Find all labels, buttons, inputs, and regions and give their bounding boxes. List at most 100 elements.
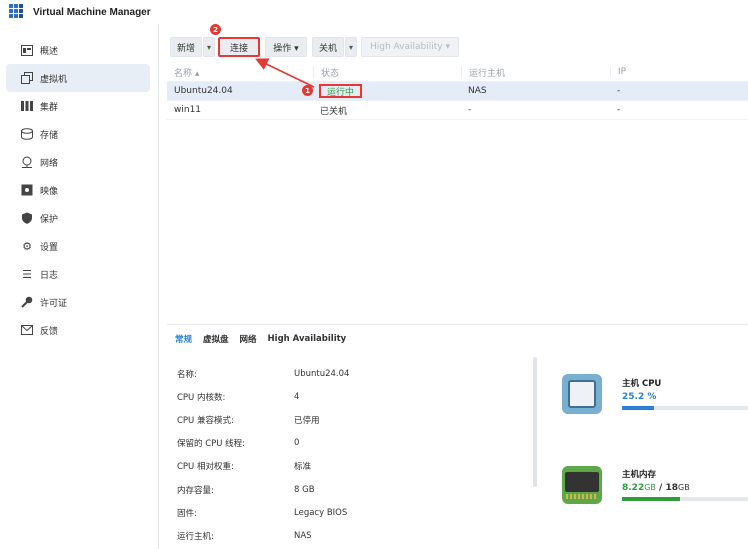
sidebar-item-license[interactable]: 许可证 — [6, 288, 150, 316]
sidebar-item-log[interactable]: ☰ 日志 — [6, 260, 150, 288]
new-button[interactable]: 新增 — [170, 37, 202, 57]
property-key: CPU 兼容模式: — [177, 415, 234, 426]
gear-icon: ⚙ — [22, 239, 32, 253]
property-row: CPU 相对权重: 标准 — [177, 455, 349, 478]
sidebar-item-label: 许可证 — [40, 298, 68, 309]
property-value: 8 GB — [294, 484, 315, 495]
sidebar-item-label: 日志 — [40, 270, 59, 281]
vm-table: 名称 ▴ 状态 运行主机 IP Ubuntu24.04 运行中 NAS - wi… — [167, 63, 748, 120]
property-row: 保留的 CPU 线程: 0 — [177, 432, 349, 455]
column-header-name[interactable]: 名称 ▴ — [167, 66, 313, 79]
panel-scrollbar[interactable] — [533, 357, 537, 487]
sidebar-item-storage[interactable]: 存储 — [6, 120, 150, 148]
overview-icon — [21, 44, 33, 56]
vm-ip: - — [617, 105, 621, 115]
host-memory-bar-fill — [622, 497, 680, 501]
sidebar-item-protection[interactable]: 保护 — [6, 204, 150, 232]
panel-divider — [167, 324, 748, 325]
sidebar-item-network[interactable]: 网络 — [6, 148, 150, 176]
vm-name: win11 — [174, 105, 202, 115]
vm-ip: - — [617, 86, 621, 96]
column-header-status[interactable]: 状态 — [313, 65, 461, 79]
column-header-host[interactable]: 运行主机 — [461, 65, 610, 79]
image-icon — [21, 184, 33, 196]
tab-network[interactable]: 网络 — [240, 333, 257, 345]
property-value: NAS — [294, 530, 312, 541]
tab-high-availability[interactable]: High Availability — [268, 334, 347, 344]
property-row: 内存容量: 8 GB — [177, 478, 349, 501]
property-value: Ubuntu24.04 — [294, 368, 350, 379]
column-header-ip[interactable]: IP — [610, 67, 748, 77]
memory-total-unit: GB — [678, 483, 690, 492]
host-memory-bar — [622, 497, 748, 501]
shutdown-dropdown-button[interactable]: ▾ — [345, 37, 357, 57]
property-key: 运行主机: — [177, 531, 214, 542]
property-row: 名称: Ubuntu24.04 — [177, 362, 349, 385]
log-list-icon: ☰ — [22, 267, 32, 281]
sidebar-item-label: 映像 — [40, 186, 59, 197]
action-button[interactable]: 操作 ▾ — [265, 37, 307, 57]
host-memory-widget — [562, 466, 602, 504]
host-memory-title: 主机内存 — [622, 470, 657, 480]
property-key: 内存容量: — [177, 485, 214, 496]
title-bar: Virtual Machine Manager — [0, 0, 748, 24]
network-icon — [21, 156, 33, 168]
property-value: 已停用 — [294, 415, 320, 426]
property-row: CPU 兼容模式: 已停用 — [177, 408, 349, 431]
sidebar-item-cluster[interactable]: 集群 — [6, 92, 150, 120]
mail-icon — [21, 324, 33, 336]
memory-used-unit: GB — [644, 483, 656, 492]
memory-module-icon — [562, 466, 602, 504]
sidebar-item-label: 存储 — [40, 130, 59, 141]
property-key: 固件: — [177, 508, 197, 519]
property-list: 名称: Ubuntu24.04 CPU 内核数: 4 CPU 兼容模式: 已停用 保留… — [177, 362, 349, 548]
host-cpu-bar — [622, 406, 748, 410]
vm-status-cell: 运行中 — [313, 84, 461, 98]
property-row: 运行主机: NAS — [177, 524, 349, 547]
sidebar-item-virtual-machine[interactable]: 虚拟机 — [6, 64, 150, 92]
app-title: Virtual Machine Manager — [33, 6, 151, 18]
chevron-down-icon: ▾ — [206, 42, 211, 52]
sidebar-item-feedback[interactable]: 反馈 — [6, 316, 150, 344]
table-row[interactable]: win11 已关机 - - — [167, 101, 748, 120]
property-value: 4 — [294, 391, 300, 402]
vm-host: - — [468, 105, 472, 115]
new-dropdown-button[interactable]: ▾ — [203, 37, 215, 57]
host-cpu-widget — [562, 374, 602, 414]
memory-total: 18 — [665, 483, 678, 493]
sidebar-item-overview[interactable]: 概述 — [6, 36, 150, 64]
toolbar: 新增 ▾ 连接 操作 ▾ 关机 ▾ High Availability ▾ — [170, 37, 459, 57]
property-row: CPU 内核数: 4 — [177, 385, 349, 408]
property-key: CPU 内核数: — [177, 392, 226, 403]
host-cpu-title: 主机 CPU — [622, 379, 662, 389]
host-cpu-value: 25.2 % — [622, 392, 657, 402]
host-cpu-bar-fill — [622, 406, 654, 410]
sidebar: 概述 虚拟机 集群 存储 网络 映像 保护 ⚙ 设置 ☰ 日志 许可证 反馈 — [0, 36, 152, 344]
annotation-badge-1: 1 — [302, 85, 313, 96]
vm-status: 已关机 — [320, 106, 348, 117]
sidebar-item-label: 网络 — [40, 158, 59, 169]
vm-name: Ubuntu24.04 — [174, 86, 233, 96]
cluster-icon — [21, 100, 33, 112]
sidebar-item-settings[interactable]: ⚙ 设置 — [6, 232, 150, 260]
tab-virtual-disk[interactable]: 虚拟盘 — [203, 333, 229, 345]
sidebar-item-label: 保护 — [40, 214, 59, 225]
sidebar-item-label: 虚拟机 — [40, 74, 68, 85]
sidebar-item-label: 反馈 — [40, 326, 59, 337]
table-header: 名称 ▴ 状态 运行主机 IP — [167, 63, 748, 82]
sidebar-item-label: 集群 — [40, 102, 59, 113]
property-value: Legacy BIOS — [294, 507, 348, 518]
shutdown-button[interactable]: 关机 — [312, 37, 344, 57]
sidebar-item-image[interactable]: 映像 — [6, 176, 150, 204]
property-key: 保留的 CPU 线程: — [177, 439, 246, 450]
sidebar-item-label: 设置 — [40, 242, 59, 253]
tab-general[interactable]: 常规 — [175, 333, 192, 345]
chevron-down-icon: ▾ — [348, 42, 353, 52]
property-key: 名称: — [177, 369, 197, 380]
high-availability-button[interactable]: High Availability ▾ — [361, 37, 459, 57]
sidebar-item-label: 概述 — [40, 46, 59, 57]
table-row[interactable]: Ubuntu24.04 运行中 NAS - — [167, 82, 748, 101]
connect-button[interactable]: 连接 — [218, 37, 260, 57]
host-memory-value: 8.22GB / 18GB — [622, 483, 690, 493]
vm-host: NAS — [468, 86, 487, 96]
